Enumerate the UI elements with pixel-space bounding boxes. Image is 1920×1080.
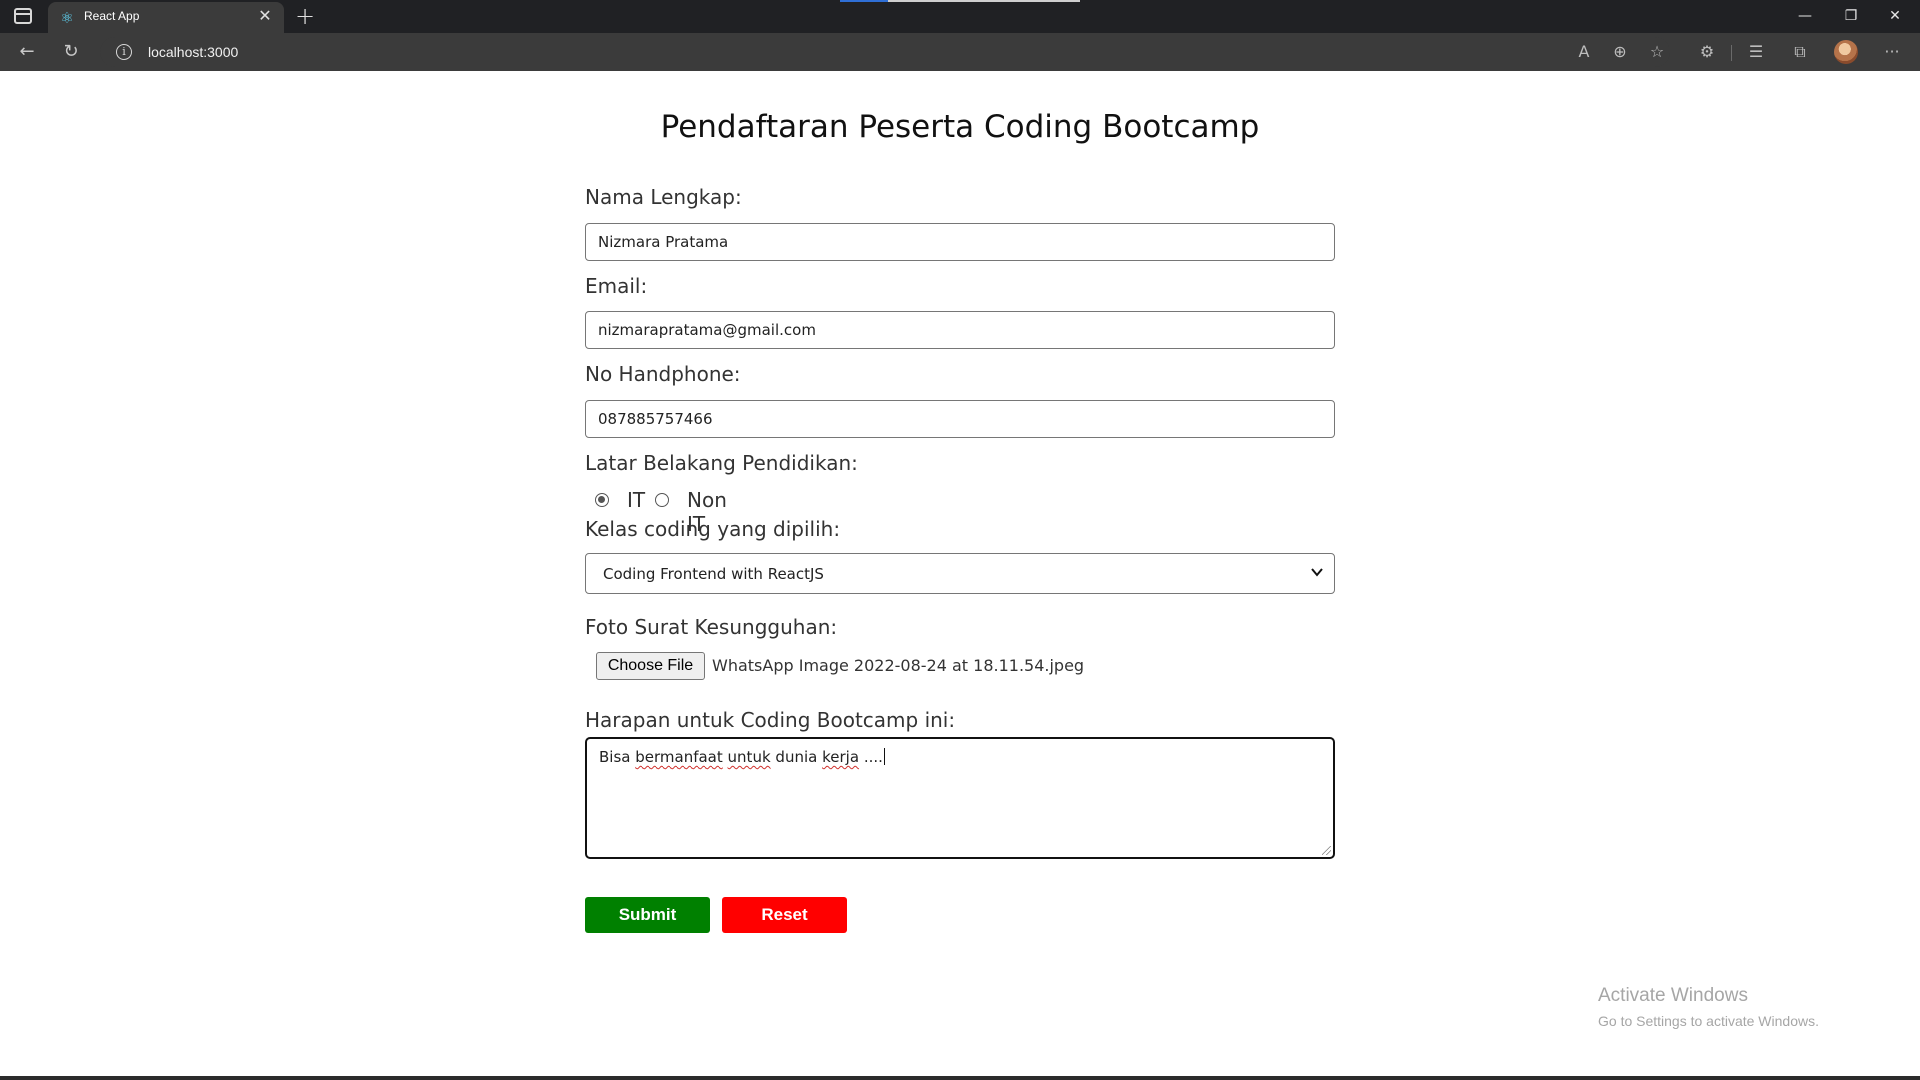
harapan-label: Harapan untuk Coding Bootcamp ini: xyxy=(585,708,956,732)
misspelled-word: bermanfaat xyxy=(635,748,723,766)
drag-indicator xyxy=(840,0,1080,2)
browser-tab[interactable]: ⚛ React App ✕ xyxy=(48,2,284,33)
react-icon: ⚛ xyxy=(60,9,74,27)
file-name-text: WhatsApp Image 2022-08-24 at 18.11.54.jp… xyxy=(712,656,1085,675)
restore-button[interactable]: ❐ xyxy=(1836,4,1866,28)
pendidikan-label: Latar Belakang Pendidikan: xyxy=(585,451,858,475)
nama-input[interactable]: Nizmara Pratama xyxy=(585,223,1335,261)
back-icon[interactable]: ← xyxy=(14,40,40,64)
browser-tab-bar: ⚛ React App ✕ + — ❐ ✕ xyxy=(0,0,1920,33)
taskbar-edge xyxy=(0,1076,1920,1080)
tab-title: React App xyxy=(84,9,140,23)
harapan-text: Bisa bermanfaat untuk dunia kerja .... xyxy=(599,748,885,766)
new-tab-button[interactable]: + xyxy=(294,4,316,28)
email-input[interactable]: nizmarapratama@gmail.com xyxy=(585,311,1335,349)
collections-icon[interactable]: ⧉ xyxy=(1788,40,1812,64)
zoom-icon[interactable]: ⊕ xyxy=(1608,40,1632,64)
read-aloud-icon[interactable]: A xyxy=(1572,40,1596,64)
chevron-down-icon xyxy=(1311,568,1323,577)
url-text: localhost:3000 xyxy=(148,44,239,60)
misspelled-word: kerja xyxy=(822,748,860,766)
phone-label: No Handphone: xyxy=(585,362,741,386)
refresh-icon[interactable]: ↻ xyxy=(58,40,84,64)
favorite-add-icon[interactable]: ☆ xyxy=(1645,40,1669,64)
close-window-button[interactable]: ✕ xyxy=(1880,4,1910,28)
tab-actions-icon[interactable] xyxy=(14,8,32,24)
page-title: Pendaftaran Peserta Coding Bootcamp xyxy=(660,109,1260,145)
text-caret xyxy=(883,748,885,765)
foto-label: Foto Surat Kesungguhan: xyxy=(585,615,838,639)
word: .... xyxy=(863,748,883,766)
kelas-label: Kelas coding yang dipilih: xyxy=(585,517,841,541)
kelas-select-value: Coding Frontend with ReactJS xyxy=(603,565,824,583)
word: dunia xyxy=(775,748,818,766)
watermark-title: Activate Windows xyxy=(1598,985,1748,1006)
misspelled-word: untuk xyxy=(727,748,771,766)
nama-label: Nama Lengkap: xyxy=(585,185,742,209)
browser-toolbar: ← ↻ i localhost:3000 A ⊕ ☆ ⚙ ☰ ⧉ ··· xyxy=(0,33,1920,71)
email-label: Email: xyxy=(585,274,648,298)
kelas-select[interactable]: Coding Frontend with ReactJS xyxy=(585,553,1335,594)
phone-input[interactable]: 087885757466 xyxy=(585,400,1335,438)
reset-button[interactable]: Reset xyxy=(722,897,847,933)
radio-it-label[interactable]: IT xyxy=(627,488,645,512)
close-tab-icon[interactable]: ✕ xyxy=(256,7,274,25)
toolbar-divider xyxy=(1731,45,1732,61)
page-content: Pendaftaran Peserta Coding Bootcamp Nama… xyxy=(0,71,1920,1076)
submit-button[interactable]: Submit xyxy=(585,897,710,933)
watermark-subtitle: Go to Settings to activate Windows. xyxy=(1598,1013,1819,1029)
extensions-icon[interactable]: ⚙ xyxy=(1695,40,1719,64)
resize-handle[interactable] xyxy=(1322,846,1331,855)
word: Bisa xyxy=(599,748,631,766)
radio-it[interactable] xyxy=(595,493,609,507)
activate-windows-watermark: Activate Windows Go to Settings to activ… xyxy=(1598,985,1819,1029)
site-info-icon[interactable]: i xyxy=(116,44,132,60)
profile-avatar[interactable] xyxy=(1834,40,1858,64)
harapan-textarea[interactable]: Bisa bermanfaat untuk dunia kerja .... xyxy=(585,737,1335,859)
radio-non-it[interactable] xyxy=(655,493,669,507)
choose-file-button[interactable]: Choose File xyxy=(596,652,705,680)
minimize-button[interactable]: — xyxy=(1790,4,1820,28)
favorites-icon[interactable]: ☰ xyxy=(1744,40,1768,64)
address-bar[interactable]: i localhost:3000 xyxy=(100,37,1670,67)
more-menu-icon[interactable]: ··· xyxy=(1880,40,1904,64)
